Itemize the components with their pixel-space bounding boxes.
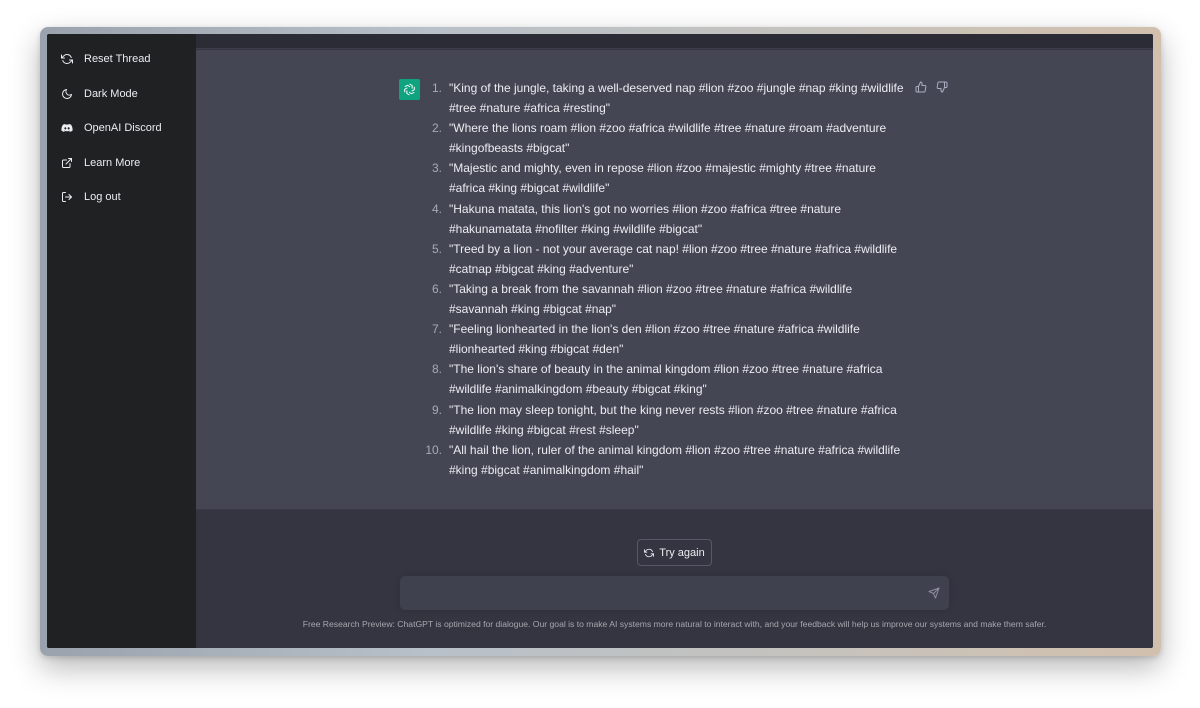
try-again-label: Try again (659, 546, 705, 559)
list-item: 10. "All hail the lion, ruler of the anim… (425, 442, 901, 477)
refresh-icon (644, 548, 655, 557)
sidebar: Reset Thread Dark Mode OpenAI Discord Le… (47, 34, 196, 648)
list-item: 3. "Majestic and mighty, even in repose #… (431, 161, 876, 196)
thumbs-up-icon[interactable] (915, 81, 927, 93)
list-item: 2. "Where the lions roam #lion #zoo #afri… (431, 121, 887, 156)
sidebar-item-log-out[interactable]: Log out (47, 180, 196, 215)
list-item: 6. "Taking a break from the savannah #lio… (431, 281, 853, 316)
response-list: 1. "King of the jungle, taking a well-des… (421, 78, 911, 480)
message-input[interactable] (412, 585, 912, 603)
list-item: 4. "Hakuna matata, this lion's got no wor… (431, 201, 842, 236)
external-link-icon (61, 157, 73, 169)
message-composer (400, 576, 949, 610)
moon-icon (61, 88, 73, 100)
chat-main: 1. "King of the jungle, taking a well-des… (196, 34, 1153, 648)
list-item: 9. "The lion may sleep tonight, but the k… (431, 402, 897, 437)
sidebar-item-label: Dark Mode (84, 87, 138, 100)
send-icon[interactable] (928, 587, 940, 599)
sidebar-item-learn-more[interactable]: Learn More (47, 146, 196, 181)
footer-disclaimer: Free Research Preview: ChatGPT is optimi… (302, 619, 1047, 629)
sidebar-item-reset-thread[interactable]: Reset Thread (47, 42, 196, 77)
openai-logo-icon (399, 79, 420, 100)
logout-icon (61, 191, 73, 203)
discord-icon (61, 122, 73, 134)
top-bar (196, 34, 1153, 49)
list-item: 8. "The lion's share of beauty in the ani… (431, 362, 883, 397)
sidebar-item-label: Log out (84, 191, 121, 204)
sidebar-item-label: Reset Thread (84, 53, 151, 66)
list-item: 7. "Feeling lionhearted in the lion's den… (431, 322, 860, 357)
sidebar-item-dark-mode[interactable]: Dark Mode (47, 77, 196, 112)
thumbs-down-icon[interactable] (936, 81, 948, 93)
assistant-message: 1. "King of the jungle, taking a well-des… (196, 50, 1153, 510)
list-item: 1. "King of the jungle, taking a well-des… (431, 81, 904, 115)
refresh-icon (61, 53, 73, 65)
chatgpt-app: Reset Thread Dark Mode OpenAI Discord Le… (47, 34, 1153, 648)
try-again-button[interactable]: Try again (637, 539, 712, 566)
sidebar-item-label: OpenAI Discord (84, 122, 162, 135)
sidebar-item-label: Learn More (84, 156, 141, 169)
list-item: 5. "Treed by a lion - not your average ca… (431, 241, 898, 276)
sidebar-item-openai-discord[interactable]: OpenAI Discord (47, 111, 196, 146)
feedback-controls (915, 81, 948, 93)
